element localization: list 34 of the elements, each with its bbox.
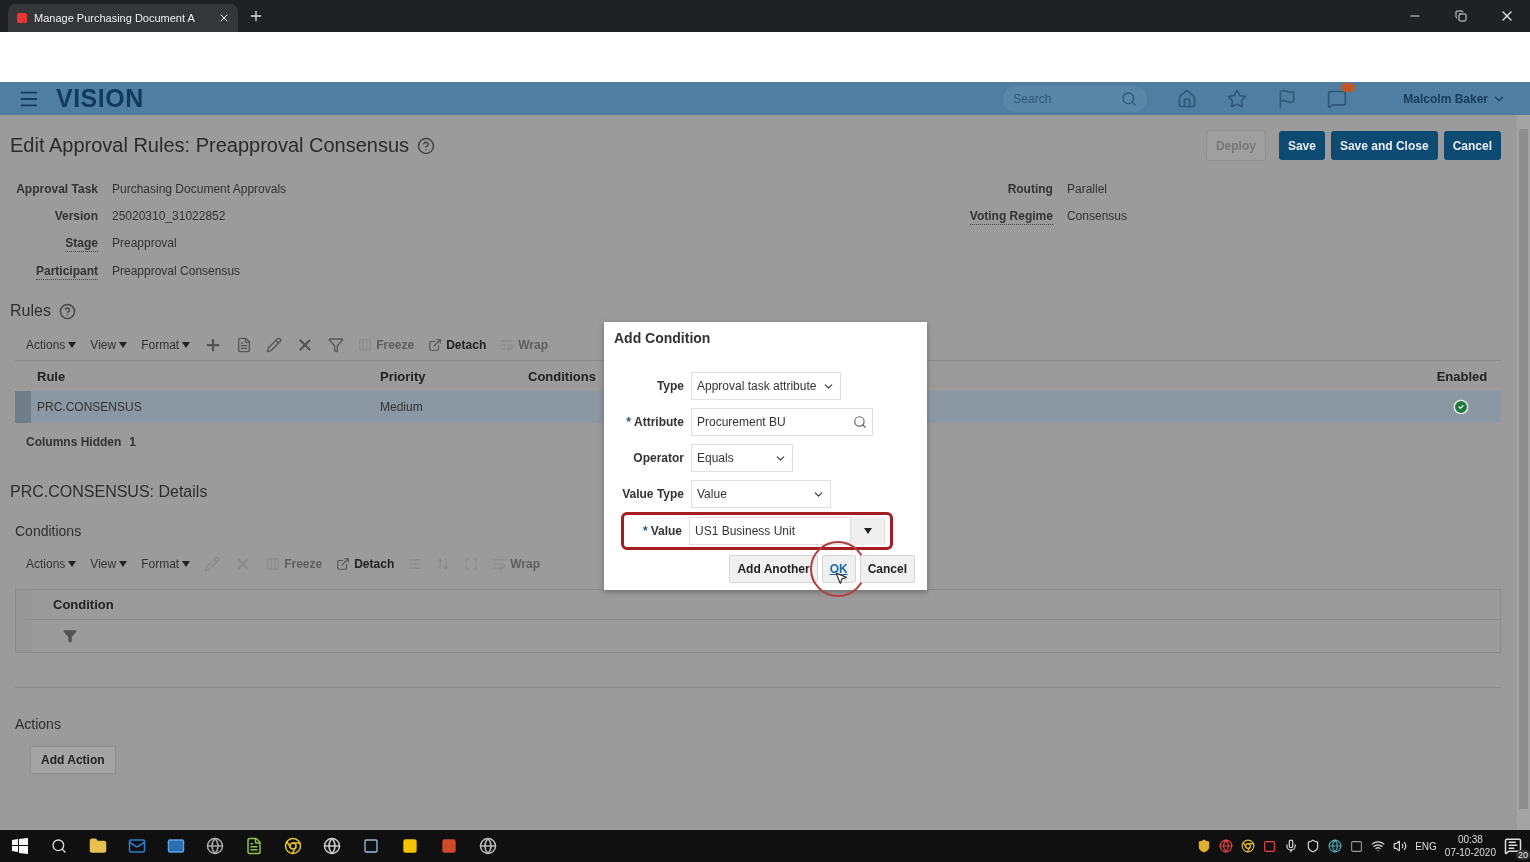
required-mark: * xyxy=(642,524,648,538)
field-label: * Value xyxy=(641,524,682,538)
table-cell-text: Medium xyxy=(379,400,423,414)
notification-count: 20 xyxy=(1516,850,1530,860)
field-value: Consensus xyxy=(1066,209,1127,225)
field-label: Value Type xyxy=(621,487,684,501)
field-label: * Attribute xyxy=(625,415,684,429)
time-text: 00:38 xyxy=(1457,833,1483,846)
required-mark: * xyxy=(626,415,631,429)
field-label: Approval Task xyxy=(16,182,98,197)
field-label: Operator xyxy=(632,451,684,465)
section-title: Conditions xyxy=(15,523,82,539)
section-title: Actions xyxy=(15,716,61,732)
columns-hidden-label: Columns Hidden xyxy=(26,435,122,449)
field-label: Type xyxy=(655,379,684,393)
column-header: Rule xyxy=(36,368,66,384)
field-value: 25020310_31022852 xyxy=(112,209,227,224)
tab-title: Manage Purchasing Document A xyxy=(34,12,196,24)
section-title: PRC.CONSENSUS: Details xyxy=(10,483,208,501)
column-header: Enabled xyxy=(1435,368,1488,384)
column-header: Priority xyxy=(379,368,426,384)
field-value: Preapproval Consensus xyxy=(112,264,242,280)
field-value: Parallel xyxy=(1066,182,1108,197)
columns-hidden-count: 1 xyxy=(129,435,137,449)
dialog-title: Add Condition xyxy=(614,330,712,346)
field-label: Routing xyxy=(1007,182,1053,197)
field-value: Preapproval xyxy=(112,236,178,252)
field-label: Version xyxy=(54,209,98,224)
column-header: Conditions xyxy=(527,368,596,384)
page-title: Edit Approval Rules: Preapproval Consensus xyxy=(10,134,410,157)
table-cell-text: PRC.CONSENSUS xyxy=(36,400,142,414)
section-title: Rules xyxy=(10,302,51,320)
brand-logo: VISION xyxy=(56,84,144,113)
date-text: 07-10-2020 xyxy=(1444,846,1496,859)
